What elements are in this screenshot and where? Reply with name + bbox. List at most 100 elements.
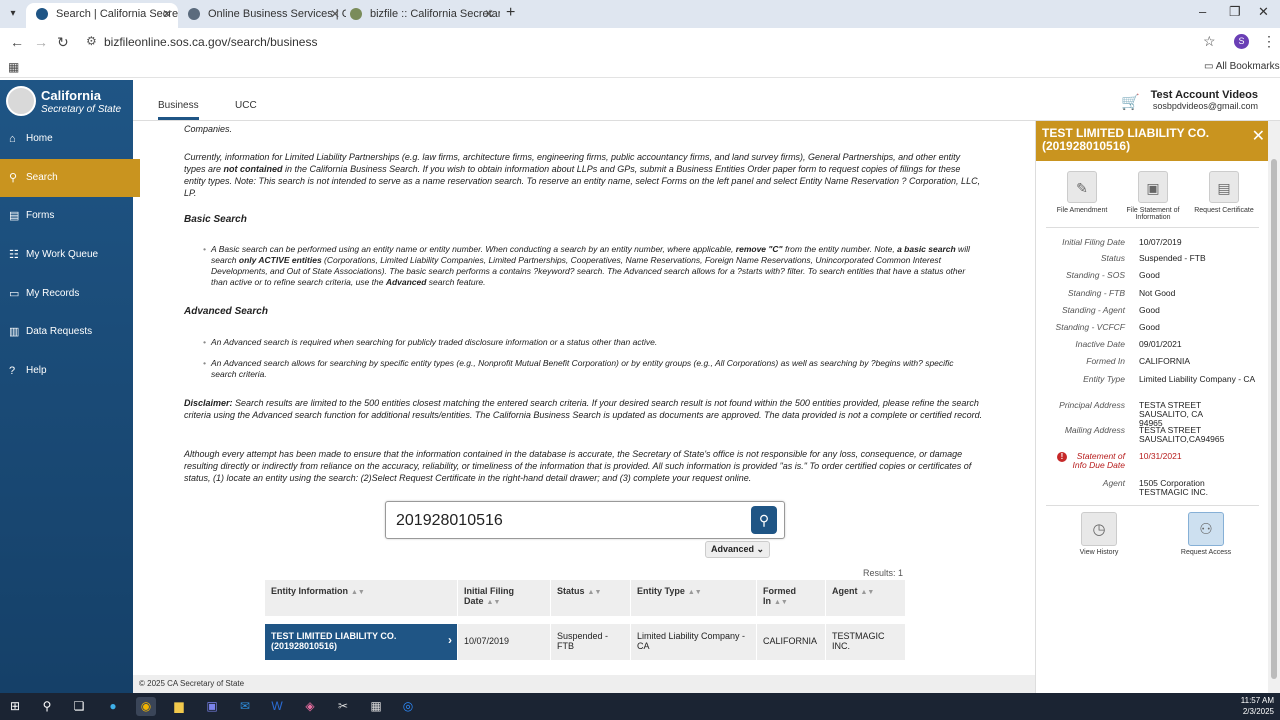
table-cell-entity[interactable]: TEST LIMITED LIABILITY CO. (201928010516… [265,624,458,660]
drawer-header: TEST LIMITED LIABILITY CO. (201928010516… [1036,121,1269,161]
basic-search-bullet: A Basic search can be performed using an… [203,244,981,288]
forward-icon[interactable]: → [34,34,48,50]
column-header-formed-in[interactable]: Formed In ▲▼ [757,580,826,616]
table-cell-formed-in: CALIFORNIA [757,624,826,660]
file-explorer-icon[interactable]: ▆ [169,697,189,716]
chrome-icon[interactable]: ◉ [136,697,156,716]
sidebar-item-records[interactable]: ▭ My Records [0,275,133,313]
tab-business[interactable]: Business [158,100,199,120]
close-drawer-icon[interactable]: ✕ [1252,129,1265,145]
close-tab-icon[interactable]: ✕ [162,3,172,25]
scrollbar-thumb[interactable] [1271,159,1277,679]
photos-icon[interactable]: ◈ [300,697,320,716]
entity-info-paragraph: Currently, information for Limited Liabi… [184,152,981,198]
certificate-icon: ▤ [1209,171,1239,203]
column-header-entity[interactable]: Entity Information ▲▼ [265,580,458,616]
file-amendment-button[interactable]: ✎ File Amendment [1052,171,1112,214]
forms-icon: ▤ [9,210,20,222]
back-icon[interactable]: ← [10,34,24,50]
account-name[interactable]: Test Account Videos [1151,89,1258,101]
search-icon: ⚲ [9,172,18,184]
site-info-icon[interactable]: ⚙ [86,34,97,48]
sidebar-item-help[interactable]: ? Help [0,352,133,390]
records-icon: ▭ [9,288,20,300]
chevron-right-icon: › [448,633,452,647]
zoom-icon[interactable]: ◎ [398,697,418,716]
sidebar-item-work-queue[interactable]: ☷ My Work Queue [0,236,133,274]
search-button[interactable]: ⚲ [751,506,777,534]
windows-start-icon[interactable]: ⊞ [5,697,25,716]
advanced-search-bullet-1: An Advanced search is required when sear… [203,337,981,348]
help-icon: ? [9,365,16,377]
data-icon: ▥ [9,326,20,338]
address-bar-row: ← → ↻ ⚙ bizfileonline.sos.ca.gov/search/… [0,28,1280,56]
close-tab-icon[interactable]: ✕ [330,3,340,25]
word-icon[interactable]: W [267,697,287,716]
browser-tab-2[interactable]: Online Business Services | Calif ✕ [178,3,346,28]
calculator-icon[interactable]: ▦ [366,697,386,716]
sidebar-item-data-requests[interactable]: ▥ Data Requests [0,313,133,351]
column-header-status[interactable]: Status ▲▼ [551,580,631,616]
table-cell-entity-type: Limited Liability Company - CA [631,624,757,660]
amendment-icon: ✎ [1067,171,1097,203]
teams-icon[interactable]: ▣ [202,697,222,716]
ca-sos-favicon-icon [36,8,48,20]
column-header-entity-type[interactable]: Entity Type ▲▼ [631,580,757,616]
close-window-icon[interactable]: ✕ [1258,4,1269,20]
bookmark-star-icon[interactable]: ☆ [1203,33,1216,50]
table-cell-filing-date: 10/07/2019 [458,624,551,660]
disclaimer-paragraph: Disclaimer: Search results are limited t… [184,398,983,420]
sidebar-item-search[interactable]: ⚲ Search [0,159,140,197]
search-box: ⚲ [385,501,785,539]
view-history-button[interactable]: ◷ View History [1069,512,1129,556]
file-statement-button[interactable]: ▣ File Statement of Information [1123,171,1183,221]
page-footer: © 2025 CA Secretary of State [133,675,1035,693]
top-navigation: Business UCC 🛒 Test Account Videos sosbp… [133,80,1280,121]
url-bar[interactable]: ⚙ bizfileonline.sos.ca.gov/search/busine… [80,31,1230,53]
search-input[interactable] [396,510,736,532]
restore-icon[interactable]: ❐ [1229,4,1241,20]
history-icon: ◷ [1081,512,1117,546]
advanced-button[interactable]: Advanced ⌄ [705,541,770,558]
home-icon: ⌂ [9,133,16,145]
page-scrollbar[interactable] [1268,121,1280,693]
sort-icon: ▲▼ [860,589,875,596]
users-icon: ⚇ [1188,512,1224,546]
close-tab-icon[interactable]: ✕ [484,3,494,25]
ca-sos-logo[interactable]: California Secretary of State [6,86,130,122]
tab-list-icon[interactable]: ▾ [4,5,22,23]
new-tab-icon[interactable]: + [506,4,515,22]
sidebar-item-forms[interactable]: ▤ Forms [0,197,133,235]
system-clock[interactable]: 11:57 AM 2/3/2025 [1241,695,1274,717]
tab-ucc[interactable]: UCC [235,100,257,111]
account-email: sosbpdvideos@gmail.com [1152,101,1258,111]
table-cell-agent: TESTMAGIC INC. [826,624,906,660]
all-bookmarks[interactable]: ▭ All Bookmarks [1204,61,1280,72]
snipping-icon[interactable]: ✂ [333,697,353,716]
browser-tab-1[interactable]: Search | California Secretary of ✕ [26,3,178,28]
apps-grid-icon[interactable]: ▦ [8,60,19,74]
sidebar-item-home[interactable]: ⌂ Home [0,120,133,158]
request-access-button[interactable]: ⚇ Request Access [1176,512,1236,556]
reload-icon[interactable]: ↻ [57,34,69,51]
column-header-agent[interactable]: Agent ▲▼ [826,580,906,616]
sort-icon: ▲▼ [587,589,602,596]
cart-icon[interactable]: 🛒 [1121,93,1140,111]
statement-icon: ▣ [1138,171,1168,203]
column-header-filing-date[interactable]: Initial Filing Date ▲▼ [458,580,551,616]
outlook-icon[interactable]: ✉ [235,697,255,716]
browser-menu-icon[interactable]: ⋮ [1262,33,1276,50]
drawer-divider [1046,227,1259,228]
browser-tab-3[interactable]: bizfile :: California Secretary of ✕ [340,3,500,28]
bizfile-favicon-icon [350,8,362,20]
task-view-icon[interactable]: ❏ [69,697,89,716]
search-icon[interactable]: ⚲ [37,697,57,716]
profile-avatar[interactable]: S [1234,34,1249,49]
advanced-search-heading: Advanced Search [184,306,268,317]
state-seal-icon [6,86,36,116]
edge-icon[interactable]: ● [103,697,123,716]
request-certificate-button[interactable]: ▤ Request Certificate [1194,171,1254,214]
sort-icon: ▲▼ [486,599,501,606]
minimize-icon[interactable]: – [1199,4,1206,19]
work-queue-icon: ☷ [9,249,19,261]
